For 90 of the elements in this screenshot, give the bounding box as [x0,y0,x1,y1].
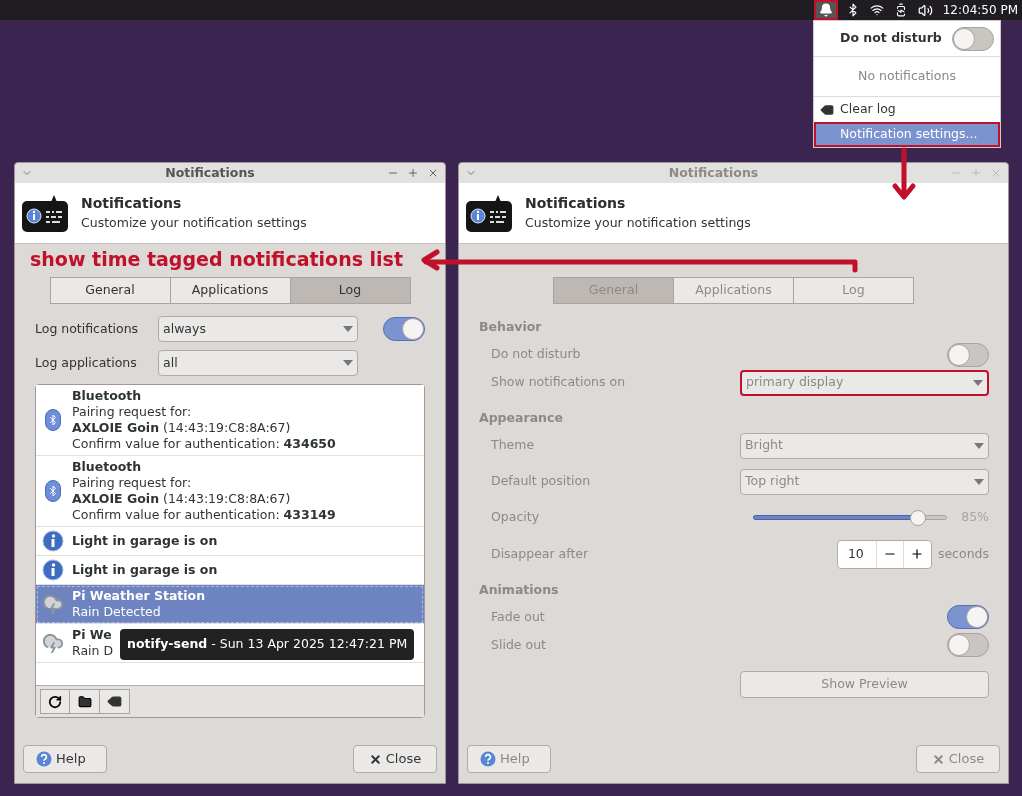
entry-text: Confirm value for authentication: 434650 [72,436,336,452]
storm-cloud-icon [42,593,64,615]
setting-label: Disappear after [491,544,589,563]
log-entry[interactable]: Bluetooth Pairing request for: AXLOIE Goin (14:43:19:C8:8A:67) Confirm value for authentication: 434650 [36,385,424,456]
clock[interactable]: 12:04:50 PM [942,1,1018,19]
caret-icon [973,379,983,386]
close-icon [368,752,382,766]
close-icon[interactable] [427,167,439,179]
entry-text: Pairing request for: [72,404,193,420]
help-icon [36,751,52,767]
bluetooth-icon [45,409,61,431]
entry-title: Bluetooth [72,459,143,475]
do-not-disturb-label: Do not disturb [840,29,942,48]
setting-label: Theme [491,436,535,455]
tab[interactable]: Log [289,277,411,304]
unit-label: seconds [937,544,989,563]
caret-icon [974,478,984,485]
opacity-slider[interactable] [753,509,947,526]
window-subheading: Customize your notification settings [81,214,307,233]
clear-icon [107,694,122,709]
section-title: Behavior [479,318,543,336]
entry-title: Light in garage is on [72,562,218,578]
caret-icon [343,360,353,366]
setting-label: Do not disturb [491,345,581,364]
entry-title: Bluetooth [72,388,143,404]
entry-title: Light in garage is on [72,533,218,549]
increment-icon[interactable] [910,547,925,561]
setting-label: Default position [491,472,591,491]
log-entry[interactable]: Pi Weather Station Rain Detected [36,585,424,624]
close-button[interactable]: Close [353,745,437,773]
info-icon [42,559,64,581]
dropdown[interactable]: always [158,316,358,342]
entry-text: Rain Detected [72,604,162,620]
window-heading: Notifications [81,194,183,214]
clear-icon [820,102,834,117]
bell-icon [818,3,833,17]
entry-text: AXLOIE Goin (14:43:19:C8:8A:67) [72,420,292,436]
toggle-switch[interactable] [947,633,989,658]
maximize-icon[interactable] [407,167,419,179]
annotation-text: show time tagged notifications list [30,247,403,272]
window-title: Notifications [667,163,760,182]
tab[interactable]: Applications [169,277,291,304]
help-icon [480,751,496,767]
log-entry[interactable]: Bluetooth Pairing request for: AXLOIE Goin (14:43:19:C8:8A:67) Confirm value for authentication: 433149 [36,456,424,527]
dropdown[interactable]: all [158,350,358,376]
spin-field[interactable]: 10 [836,539,932,569]
entry-title: Pi Weather Station [72,588,206,604]
notifications-tray-button[interactable] [813,0,838,20]
clear-log-button[interactable] [100,689,130,714]
tab[interactable]: General [49,277,171,304]
volume-icon[interactable] [917,2,933,18]
refresh-icon [48,694,62,709]
empty-message: No notifications [858,67,956,86]
entry-text: Confirm value for authentication: 433149 [72,507,336,523]
close-icon [931,752,945,766]
refresh-button[interactable] [40,689,70,714]
folder-button[interactable] [70,689,100,714]
setting-label: Log applications [35,353,138,372]
setting-label: Show notifications on [491,373,626,392]
setting-label: Slide out [491,635,546,654]
caret-icon [974,442,984,449]
storm-cloud-icon [42,632,64,654]
toggle-switch[interactable] [952,26,994,51]
entry-text: Pairing request for: [72,475,193,491]
section-title: Appearance [479,408,564,427]
window-title: Notifications [164,163,256,182]
window-subheading: Customize your notification settings [525,214,751,233]
setting-label: Log notifications [35,319,140,338]
menu-item[interactable]: Clear log [814,97,1000,122]
notification-app-icon [21,193,69,233]
caret-icon [343,326,353,332]
tooltip: notify-send - Sun 13 Apr 2025 12:47:21 PM [120,629,415,660]
toggle-switch[interactable] [383,317,425,341]
entry-text: AXLOIE Goin (14:43:19:C8:8A:67) [72,491,292,507]
info-icon [42,530,64,552]
annotation-arrow [892,147,916,200]
folder-icon [77,694,92,709]
setting-label: Fade out [491,607,545,626]
wifi-icon[interactable] [869,3,884,17]
section-title: Animations [479,580,560,599]
log-entry[interactable]: Light in garage is on [36,527,424,556]
notification-app-icon [465,193,513,233]
help-button[interactable]: Help [23,745,107,773]
setting-label: Opacity [491,508,540,527]
toggle-switch[interactable] [947,342,989,367]
entry-title: Pi We [72,627,113,643]
toggle-switch[interactable] [947,605,989,630]
window-heading: Notifications [525,194,627,214]
bluetooth-icon [45,480,61,502]
entry-text: Rain D [72,643,114,659]
